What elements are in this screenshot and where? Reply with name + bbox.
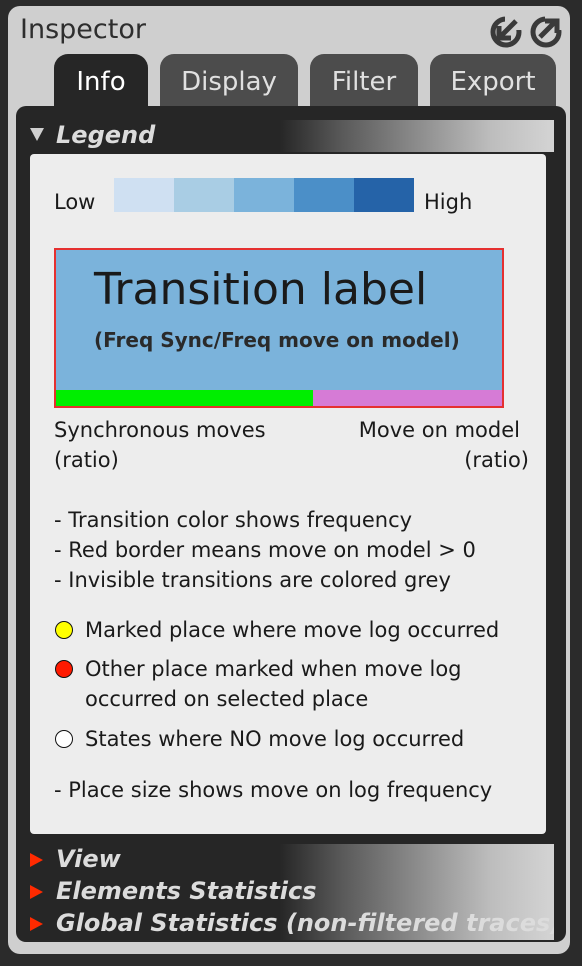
chevron-right-icon: [30, 917, 43, 931]
yellow-place-icon: [55, 621, 73, 639]
model-ratio-label: (ratio): [464, 448, 529, 472]
white-place-icon: [55, 730, 73, 748]
chevron-right-icon: [30, 853, 43, 867]
expand-icon[interactable]: [530, 16, 562, 48]
tab-export[interactable]: Export: [430, 54, 556, 110]
chevron-right-icon: [30, 885, 43, 899]
scale-swatch: [174, 178, 234, 212]
place-other-label-line2: occurred on selected place: [85, 687, 369, 711]
note-invisible-transitions: - Invisible transitions are colored grey: [54, 568, 451, 592]
section-global-statistics-label: Global Statistics (non-filtered traces): [56, 909, 554, 937]
note-transition-color: - Transition color shows frequency: [54, 508, 413, 532]
sync-moves-label: Synchronous moves: [54, 418, 266, 442]
inspector-title: Inspector: [20, 14, 146, 45]
section-legend-label: Legend: [56, 121, 156, 149]
section-legend-header[interactable]: Legend: [26, 120, 554, 152]
place-other-label: Other place marked when move log: [85, 657, 462, 681]
note-red-border: - Red border means move on model > 0: [54, 538, 476, 562]
transition-sample: Transition label (Freq Sync/Freq move on…: [54, 248, 504, 408]
scale-swatch: [114, 178, 174, 212]
sync-moves-bar: [56, 390, 313, 406]
scale-low-label: Low: [54, 190, 96, 214]
tab-filter[interactable]: Filter: [310, 54, 418, 110]
scale-swatch: [234, 178, 294, 212]
section-view-header[interactable]: View: [26, 844, 554, 876]
scale-swatch: [294, 178, 354, 212]
scale-high-label: High: [424, 190, 473, 214]
red-place-icon: [55, 660, 73, 678]
inspector-window: Inspector Info Display Filter Export Leg…: [0, 0, 582, 966]
scale-swatch: [354, 178, 414, 212]
transition-sublabel: (Freq Sync/Freq move on model): [94, 328, 460, 352]
place-no-move-label: States where NO move log occurred: [85, 727, 465, 751]
sync-ratio-label: (ratio): [54, 448, 119, 472]
tab-info[interactable]: Info: [54, 54, 148, 110]
section-elements-statistics-label: Elements Statistics: [56, 877, 317, 905]
chevron-down-icon: [30, 128, 44, 141]
model-moves-label: Move on model: [358, 418, 520, 442]
model-moves-bar: [313, 390, 502, 406]
section-view-label: View: [56, 845, 121, 873]
transition-label: Transition label: [94, 264, 428, 315]
collapse-icon[interactable]: [490, 16, 522, 48]
note-place-size: - Place size shows move on log frequency: [54, 778, 493, 802]
tab-display[interactable]: Display: [160, 54, 298, 110]
section-elements-statistics-header[interactable]: Elements Statistics: [26, 876, 554, 908]
place-marked-label: Marked place where move log occurred: [85, 618, 500, 642]
section-global-statistics-header[interactable]: Global Statistics (non-filtered traces): [26, 908, 554, 940]
